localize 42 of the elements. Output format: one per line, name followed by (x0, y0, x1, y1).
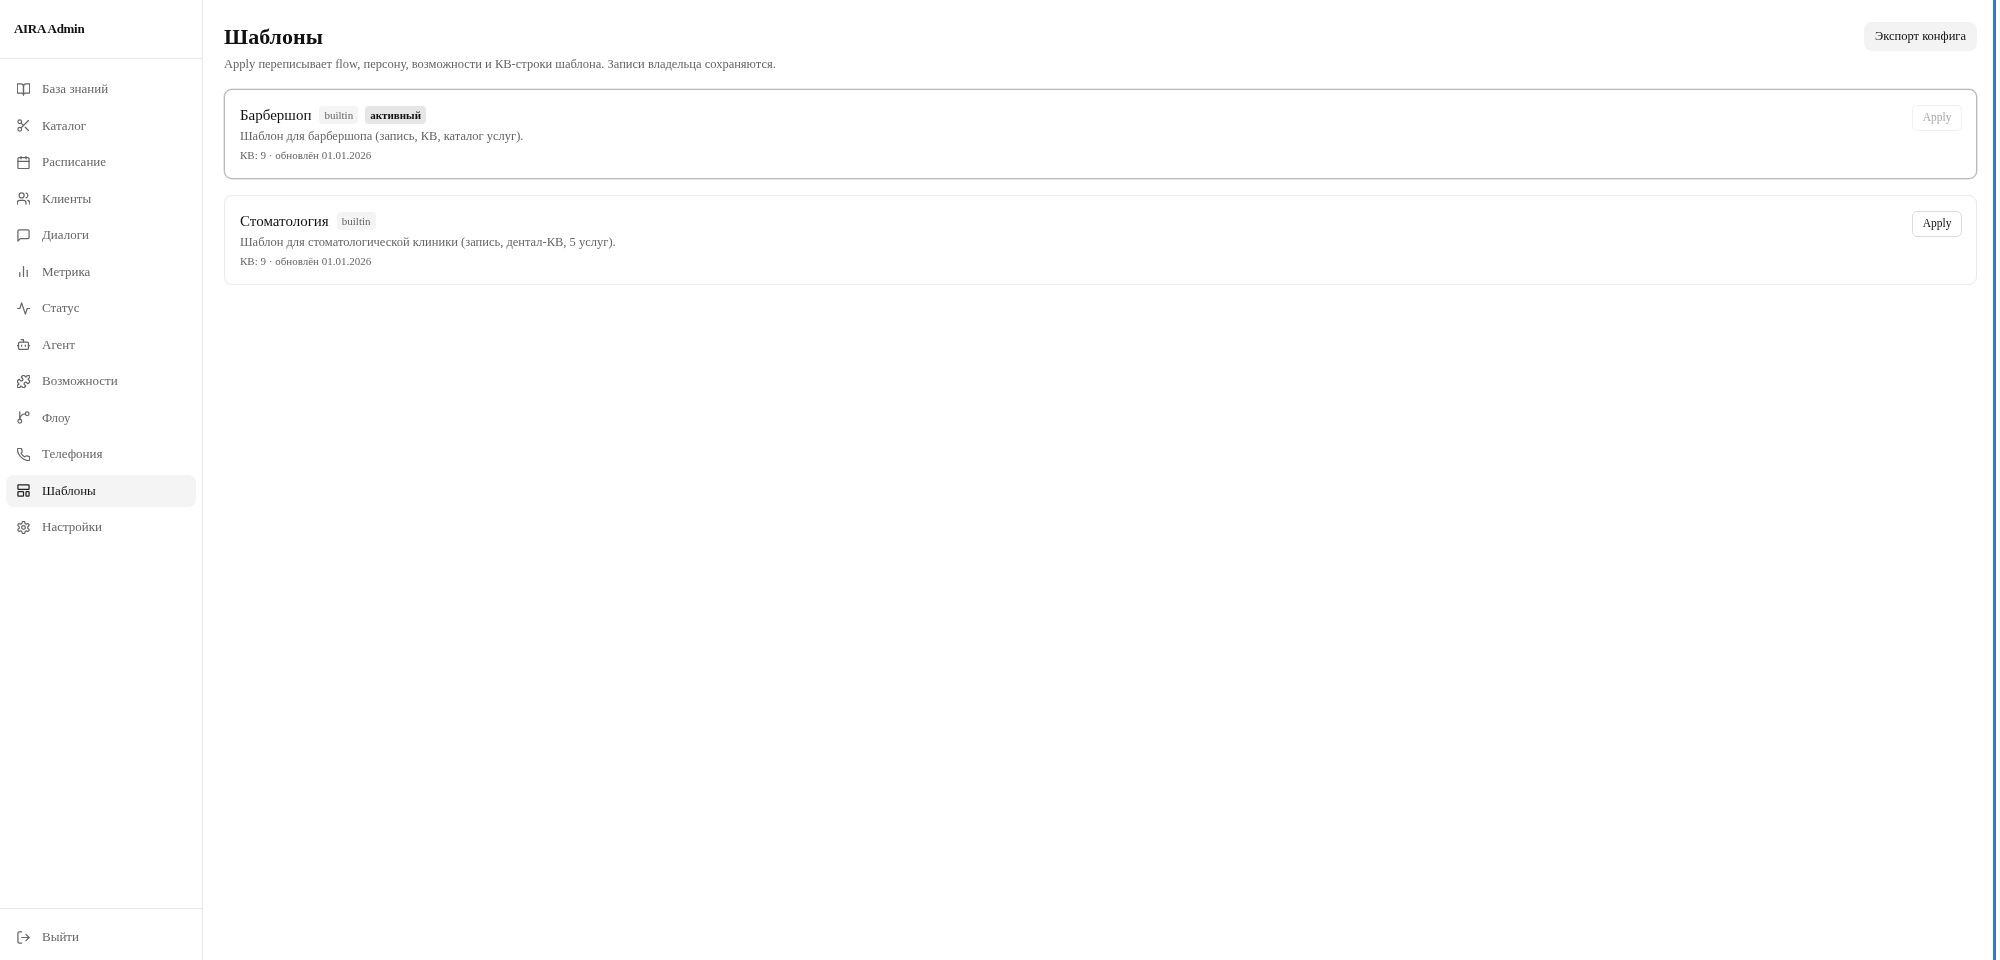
logout-icon (17, 930, 30, 944)
nav-item[interactable]: Клиенты (6, 182, 196, 215)
scissors-icon (17, 119, 30, 132)
template-description: Шаблон для стоматологической клиники (запись, дентал-КВ, 5 услуг). (240, 234, 616, 251)
template-meta: КВ: 9 · обновлён 01.01.2026 (240, 254, 373, 269)
nav-item[interactable]: Шаблоны (6, 474, 196, 507)
apply-button[interactable]: Apply (1912, 211, 1962, 237)
nav-item[interactable]: Статус (6, 292, 196, 324)
calendar-icon (17, 155, 30, 169)
template-description: Шаблон для барбершопа (запись, КВ, каталог услуг). (240, 128, 524, 145)
export-config-button[interactable]: Экспорт конфига (1864, 22, 1977, 51)
bar-chart-icon (17, 265, 30, 278)
nav-item[interactable]: Телефония (6, 438, 196, 470)
template-name: Стоматология (240, 211, 329, 231)
nav-item[interactable]: Метрика (6, 255, 196, 288)
nav-item[interactable]: База знаний (6, 73, 196, 105)
book-icon (17, 82, 30, 96)
logout-button[interactable]: Выйти (6, 921, 196, 953)
nav-item[interactable]: Каталог (6, 109, 196, 142)
nav-item[interactable]: Возможности (6, 365, 196, 397)
source-badge: builtin (336, 212, 376, 230)
pulse-icon (17, 301, 30, 315)
page-title: Шаблоны (224, 23, 324, 51)
chat-bubble-icon (17, 228, 30, 242)
source-badge: builtin (319, 106, 359, 124)
brand-title: AIRA Admin (14, 20, 85, 39)
layout-icon (17, 484, 30, 497)
nav-item[interactable]: Расписание (6, 146, 196, 178)
nav-item[interactable]: Диалоги (6, 219, 196, 251)
puzzle-icon (17, 374, 30, 388)
settings-icon (17, 520, 30, 534)
nav-item[interactable]: Флоу (6, 401, 196, 434)
phone-icon (17, 447, 30, 461)
page-subtitle: Apply переписывает flow, персону, возможности и КВ-строки шаблона. Записи владельца сохраняются. (224, 56, 776, 73)
nav-item[interactable]: Настройки (6, 511, 196, 543)
users-icon (17, 192, 30, 205)
template-name: Барбершоп (240, 105, 312, 125)
nav-item[interactable]: Агент (6, 328, 196, 361)
template-meta: КВ: 9 · обновлён 01.01.2026 (240, 148, 373, 163)
robot-icon (17, 338, 30, 351)
branch-icon (17, 411, 30, 424)
status-badge: активный (365, 106, 426, 124)
